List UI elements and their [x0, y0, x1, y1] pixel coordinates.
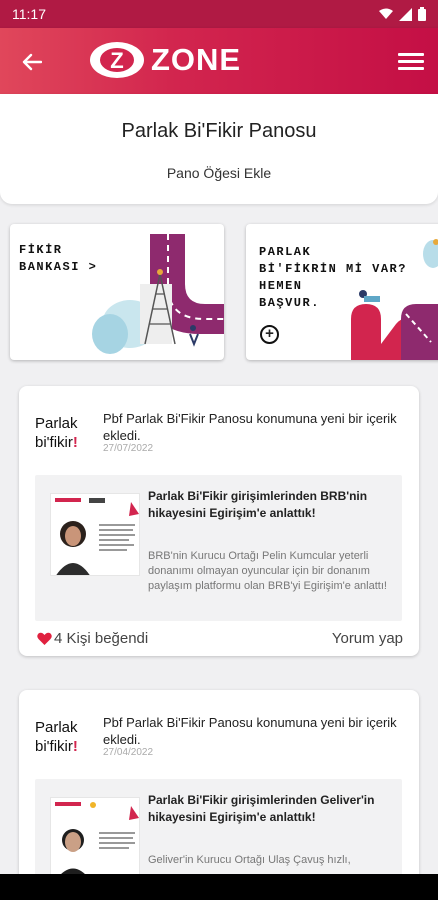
- back-arrow-icon: [22, 53, 42, 71]
- hamburger-menu-icon: [398, 52, 424, 56]
- add-board-item-link[interactable]: Pano Öğesi Ekle: [0, 165, 438, 181]
- hamburger-menu-line: [398, 59, 424, 63]
- apply-illustration: [351, 239, 438, 360]
- likes-count: 4 Kişi beğendi: [54, 630, 149, 647]
- board-post: Parlak bi'fikir! Pbf Parlak Bi'Fikir Pan…: [19, 690, 419, 900]
- idea-bank-banner[interactable]: FİKİR BANKASI >: [10, 224, 224, 360]
- post-date: 27/07/2022: [103, 443, 154, 454]
- back-button[interactable]: [18, 48, 46, 76]
- logo-line: Parlak: [35, 719, 78, 736]
- board-post: Parlak bi'fikir! Pbf Parlak Bi'Fikir Pan…: [19, 386, 419, 656]
- status-time: 11:17: [12, 6, 46, 22]
- post-thumbnail: [50, 493, 140, 576]
- thumbnail-image: [51, 494, 139, 575]
- content-description: BRB'nin Kurucu Ortağı Pelin Kumcular yet…: [148, 550, 387, 592]
- page-title: Parlak Bi'Fikir Panosu: [121, 120, 317, 142]
- post-thumbnail: [50, 797, 140, 880]
- idea-bank-illustration: [92, 234, 224, 354]
- thumbnail-image: [51, 798, 139, 879]
- logo-text: ZONE: [151, 42, 242, 77]
- post-content[interactable]: Parlak Bi'Fikir girişimlerinden BRB'nin …: [35, 475, 402, 621]
- post-title: Pbf Parlak Bi'Fikir Panosu konumuna yeni…: [103, 715, 397, 747]
- battery-icon: [418, 7, 426, 21]
- zone-logo-icon: Z: [90, 42, 144, 78]
- app-bar: Z ZONE: [0, 28, 438, 94]
- menu-button[interactable]: [398, 48, 424, 74]
- logo-line-text: bi'fikir: [35, 738, 73, 755]
- content-title: Parlak Bi'Fikir girişimlerinden BRB'nin …: [148, 489, 368, 520]
- status-bar: 11:17: [0, 0, 438, 28]
- comment-button[interactable]: Yorum yap: [332, 630, 403, 647]
- board-header: Parlak Bi'Fikir Panosu Pano Öğesi Ekle: [0, 94, 438, 204]
- logo-line: bi'fikir!: [35, 737, 78, 756]
- logo-line-text: bi'fikir: [35, 434, 73, 451]
- content-title: Parlak Bi'Fikir girişimlerinden Geliver'…: [148, 793, 375, 824]
- wifi-icon: [379, 8, 393, 19]
- logo-bang: !: [72, 738, 78, 755]
- heart-icon: [37, 632, 52, 645]
- logo-line: bi'fikir!: [35, 433, 78, 452]
- signal-icon: [399, 7, 412, 21]
- post-title: Pbf Parlak Bi'Fikir Panosu konumuna yeni…: [103, 411, 397, 443]
- hamburger-menu-line: [398, 66, 424, 70]
- logo-line: Parlak: [35, 415, 78, 432]
- zone-logo: Z ZONE: [89, 41, 241, 79]
- apply-banner[interactable]: PARLAK Bİ'FİKRİN Mİ VAR? HEMEN BAŞVUR. +: [246, 224, 438, 360]
- parlak-bifikir-logo: Parlak bi'fikir!: [35, 718, 78, 756]
- status-icons: [379, 7, 426, 21]
- content-description: Geliver'in Kurucu Ortağı Ulaş Çavuş hızl…: [148, 854, 351, 866]
- system-navigation-bar: [0, 874, 438, 900]
- logo-bang: !: [72, 434, 78, 451]
- logo-letter: Z: [110, 48, 123, 73]
- parlak-bifikir-logo: Parlak bi'fikir!: [35, 414, 78, 452]
- likes-button[interactable]: 4 Kişi beğendi: [37, 630, 148, 647]
- post-date: 27/04/2022: [103, 747, 154, 758]
